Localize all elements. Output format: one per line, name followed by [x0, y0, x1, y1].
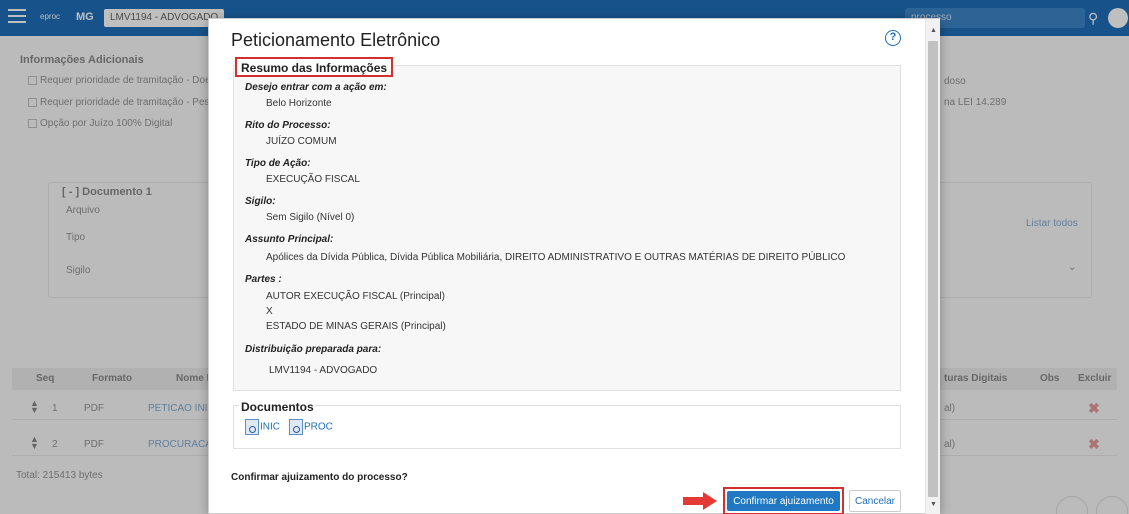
field-value: EXECUÇÃO FISCAL	[266, 174, 360, 185]
doc-link-proc[interactable]: PROC	[289, 419, 333, 437]
distribuicao-value: LMV1194 - ADVOGADO	[269, 365, 378, 376]
doc-link-inic[interactable]: INIC	[245, 419, 280, 437]
peticionamento-modal: Peticionamento Eletrônico ? Resumo das I…	[208, 18, 940, 514]
document-search-icon	[245, 419, 259, 435]
arrow-right-icon	[683, 492, 717, 510]
field-value: JUÍZO COMUM	[266, 136, 337, 147]
field-value: Belo Horizonte	[266, 98, 332, 109]
field-label: Desejo entrar com a ação em:	[245, 82, 387, 93]
field-label: Assunto Principal:	[245, 234, 334, 245]
documents-box	[233, 405, 901, 449]
field-label: Tipo de Ação:	[245, 158, 311, 169]
cancel-button[interactable]: Cancelar	[849, 490, 901, 512]
summary-legend: Resumo das Informações	[235, 57, 394, 77]
distribuicao-label: Distribuição preparada para:	[245, 344, 382, 355]
modal-title: Peticionamento Eletrônico	[231, 30, 441, 50]
parte-autor: AUTOR EXECUÇÃO FISCAL (Principal)	[266, 291, 445, 302]
field-label: Sigilo:	[245, 196, 276, 207]
doc-label: INIC	[260, 421, 280, 433]
field-label: Rito do Processo:	[245, 120, 331, 131]
confirm-button[interactable]: Confirmar ajuizamento	[727, 491, 840, 511]
field-value: Sem Sigilo (Nível 0)	[266, 212, 355, 223]
confirm-question: Confirmar ajuizamento do processo?	[231, 472, 408, 483]
partes-label: Partes :	[245, 274, 282, 285]
document-search-icon	[289, 419, 303, 435]
parte-reu: ESTADO DE MINAS GERAIS (Principal)	[266, 321, 446, 332]
help-icon[interactable]: ?	[885, 30, 901, 46]
doc-label: PROC	[304, 421, 333, 433]
scroll-down-icon[interactable]: ▼	[930, 501, 937, 508]
scroll-up-icon[interactable]: ▲	[930, 27, 937, 34]
confirm-highlight: Confirmar ajuizamento	[723, 487, 844, 514]
field-value: Apólices da Dívida Pública, Dívida Públi…	[266, 252, 846, 263]
modal-scrollbar[interactable]: ▲ ▼	[925, 19, 940, 514]
scroll-thumb[interactable]	[928, 41, 938, 497]
parte-x: X	[266, 306, 273, 317]
documents-legend: Documentos	[239, 400, 316, 414]
summary-box	[233, 65, 901, 391]
